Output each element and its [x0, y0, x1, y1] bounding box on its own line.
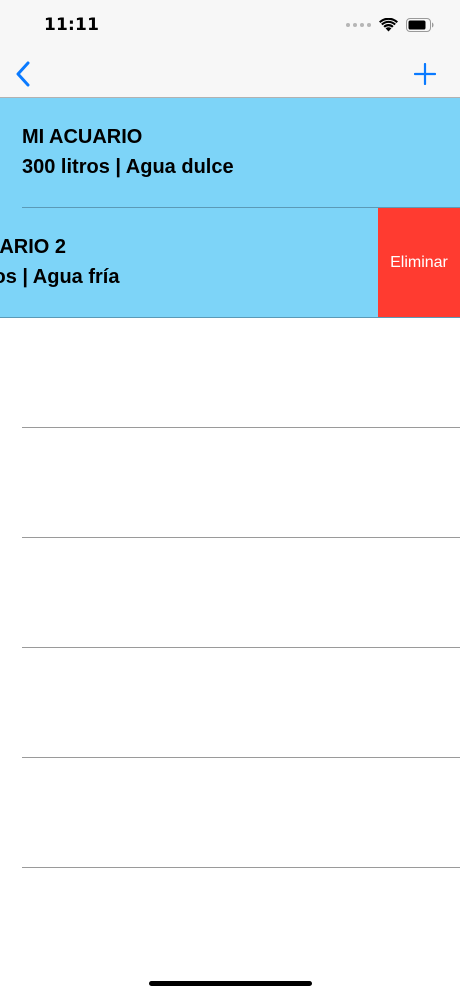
signal-dots-icon [346, 23, 371, 27]
aquarium-row-swiped[interactable]: MI ACUARIO 2 300 litros | Agua fría Elim… [0, 208, 460, 318]
aquarium-row-content: MI ACUARIO 2 300 litros | Agua fría [0, 208, 367, 318]
empty-row [0, 648, 460, 758]
aquarium-details: 300 litros | Agua fría [0, 266, 120, 288]
home-indicator[interactable] [149, 981, 312, 986]
back-button[interactable] [8, 58, 38, 90]
empty-row [0, 428, 460, 538]
status-bar: 11:11 [0, 0, 460, 52]
plus-icon [414, 63, 436, 85]
aquarium-details: 300 litros | Agua dulce [22, 156, 234, 178]
add-aquarium-button[interactable] [410, 58, 440, 90]
aquarium-name: MI ACUARIO [22, 126, 143, 148]
chevron-left-icon [16, 61, 30, 87]
navigation-bar [0, 52, 460, 98]
delete-button[interactable]: Eliminar [378, 208, 460, 318]
screen: 11:11 MI ACUARIO 300 litros | Agua dulce… [0, 0, 460, 996]
status-time: 11:11 [44, 15, 100, 35]
aquarium-list: MI ACUARIO 300 litros | Agua dulce MI AC… [0, 98, 460, 868]
aquarium-name: MI ACUARIO 2 [0, 236, 67, 258]
status-icons [346, 17, 434, 33]
empty-row [0, 758, 460, 868]
wifi-icon [379, 18, 398, 32]
empty-row [0, 318, 460, 428]
aquarium-row-content: MI ACUARIO 300 litros | Agua dulce [0, 98, 460, 208]
battery-icon [406, 18, 434, 32]
row-separator [22, 867, 460, 868]
aquarium-row[interactable]: MI ACUARIO 300 litros | Agua dulce [0, 98, 460, 208]
empty-row [0, 538, 460, 648]
